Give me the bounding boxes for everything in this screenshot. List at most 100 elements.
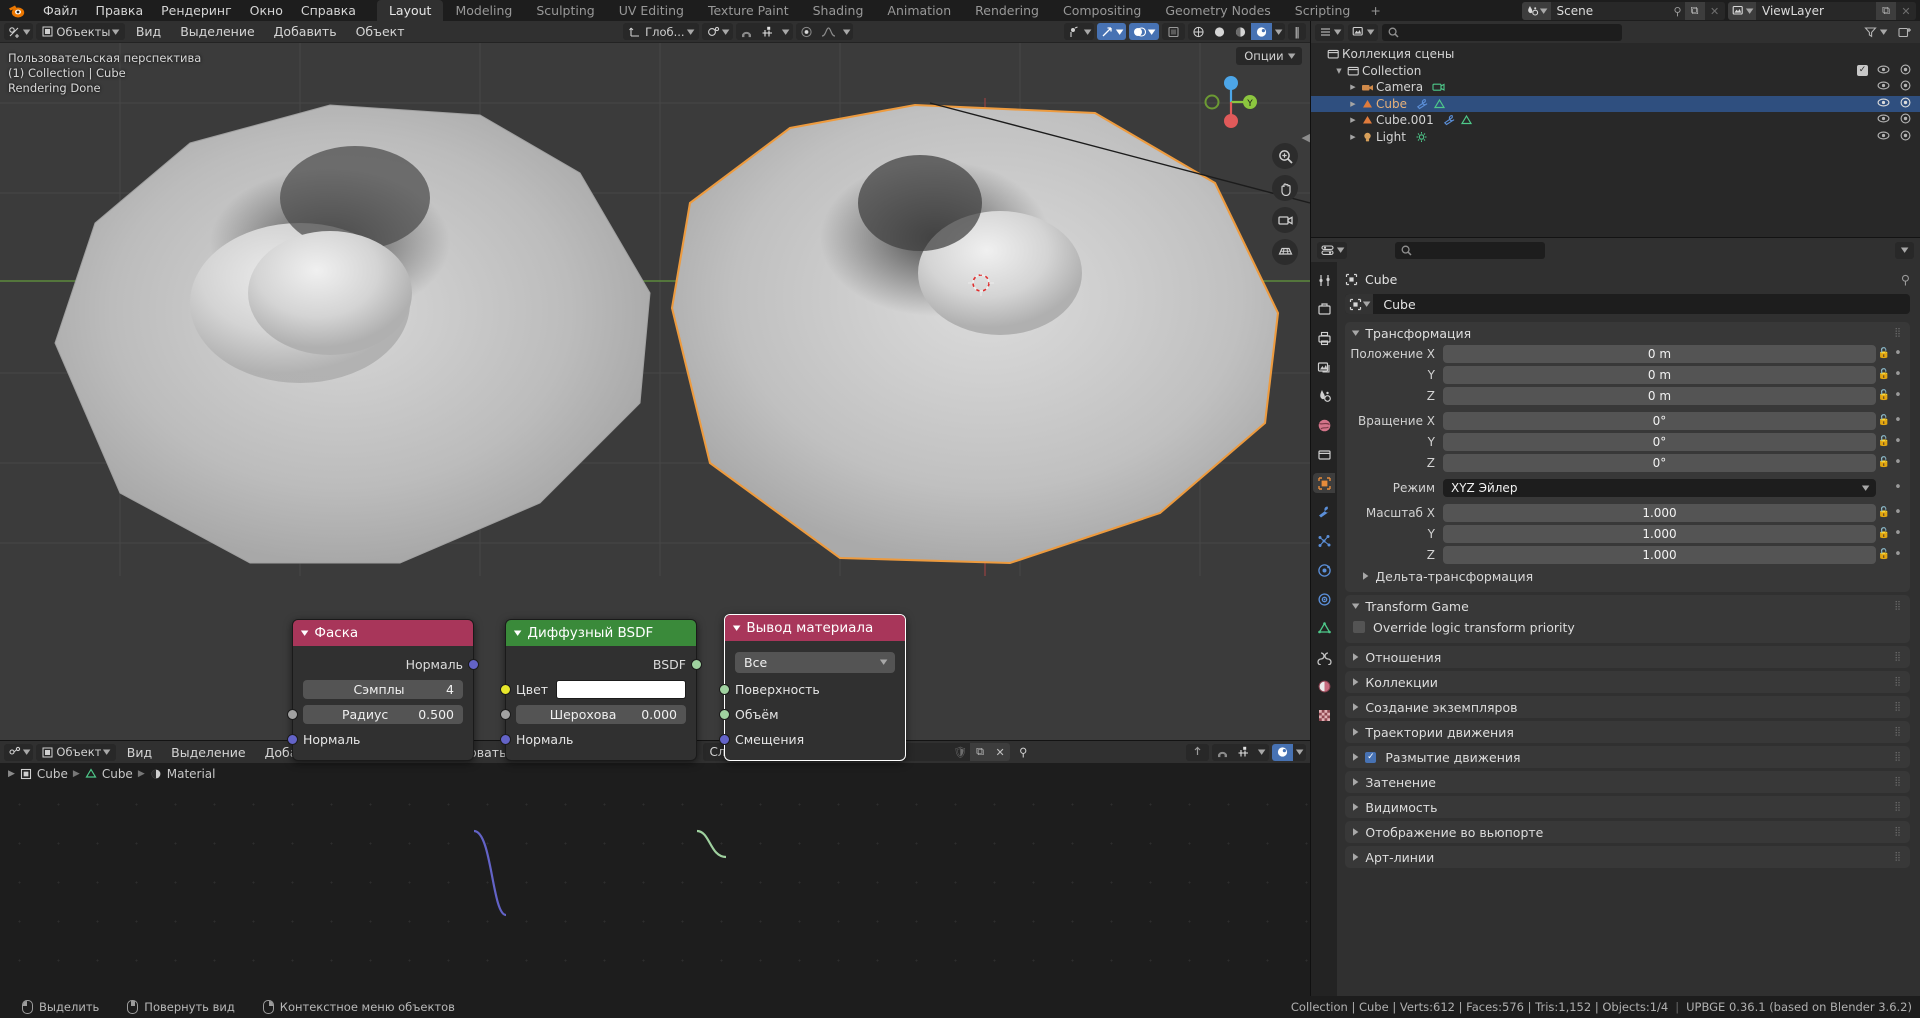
mesh-data-icon[interactable] xyxy=(1458,114,1475,126)
panel-grip-icon[interactable]: ⣿ xyxy=(1894,702,1902,712)
outliner-label-collection[interactable]: Collection xyxy=(1362,64,1421,78)
tab-modeling[interactable]: Modeling xyxy=(443,0,524,21)
transform-scale-x-row[interactable]: Масштаб X 1.000 🔓 • xyxy=(1345,503,1910,522)
scene-icon[interactable]: ▼ xyxy=(1522,2,1551,20)
zoom-icon[interactable] xyxy=(1272,143,1298,169)
outliner-label-camera[interactable]: Camera xyxy=(1376,80,1423,94)
pin-material-icon[interactable]: ⚲ xyxy=(1013,744,1033,761)
camera-render-icon[interactable] xyxy=(1899,64,1912,78)
chevron-right-icon[interactable]: ▼ xyxy=(1352,653,1360,661)
panel-line-art-header[interactable]: ▼ Арт-линии ⣿ xyxy=(1345,846,1910,868)
solid-shading-button[interactable] xyxy=(1209,23,1230,40)
properties-tab-world[interactable] xyxy=(1313,415,1335,435)
xray-toggle[interactable] xyxy=(1161,23,1185,40)
unlink-scene-button[interactable]: ✕ xyxy=(1704,2,1725,20)
transform-rotation-mode-row[interactable]: Режим XYZ Эйлер ▼ • xyxy=(1345,478,1910,497)
overlays-toggle[interactable]: ▼ xyxy=(1129,23,1159,40)
outliner-row-cube[interactable]: ▶ Cube xyxy=(1311,95,1920,112)
viewport-menu-select[interactable]: Выделение xyxy=(172,23,262,40)
scale-y-value[interactable]: 1.000 xyxy=(1443,524,1876,543)
panel-motion-blur[interactable]: ▼ ✓ Размытие движения ⣿ xyxy=(1345,746,1910,768)
snap-magnet-icon[interactable] xyxy=(736,23,757,40)
breadcrumb-object[interactable]: Cube xyxy=(37,767,68,781)
scale-z-value[interactable]: 1.000 xyxy=(1443,545,1876,564)
expand-triangle-icon[interactable]: ▶ xyxy=(1347,83,1359,91)
breadcrumb-arrow-icon[interactable]: ▶ xyxy=(8,769,15,779)
chevron-right-icon[interactable]: ▼ xyxy=(1352,753,1360,761)
breadcrumb-mesh[interactable]: Cube xyxy=(102,767,133,781)
node-snap-dropdown[interactable]: ▼ xyxy=(1255,744,1268,761)
navigation-gizmo[interactable]: Z Y X xyxy=(1200,71,1262,133)
panel-motion-paths[interactable]: ▼ Траектории движения ⣿ xyxy=(1345,721,1910,743)
rotation-mode-dropdown[interactable]: XYZ Эйлер ▼ xyxy=(1443,478,1876,497)
animate-dot-icon[interactable]: • xyxy=(1892,388,1904,403)
chevron-right-icon[interactable]: ▼ xyxy=(1352,803,1360,811)
shader-type-selector[interactable]: Объект ▼ xyxy=(36,743,116,761)
camera-render-icon[interactable] xyxy=(1899,97,1912,111)
panel-transform-game-header[interactable]: ▼ Transform Game ⣿ xyxy=(1345,595,1910,617)
outliner-row-collection[interactable]: ▼ Collection ✓ xyxy=(1311,63,1920,80)
outliner-new-collection-button[interactable] xyxy=(1894,24,1916,41)
properties-tab-particles[interactable] xyxy=(1313,531,1335,551)
override-logic-transform-priority-row[interactable]: Override logic transform priority xyxy=(1345,617,1910,637)
shader-editor-type-button[interactable]: ▼ xyxy=(4,743,34,761)
breadcrumb-material[interactable]: Material xyxy=(167,767,216,781)
panel-motion-paths-header[interactable]: ▼ Траектории движения ⣿ xyxy=(1345,721,1910,743)
properties-tab-output[interactable] xyxy=(1313,328,1335,348)
properties-tab-modifiers[interactable] xyxy=(1313,502,1335,522)
chevron-down-icon[interactable]: ▼ xyxy=(1352,329,1360,337)
panel-grip-icon[interactable]: ⣿ xyxy=(1894,827,1902,837)
new-scene-button[interactable]: ⧉ xyxy=(1684,2,1705,20)
animate-dot-icon[interactable]: • xyxy=(1892,455,1904,470)
pin-icon[interactable]: ⚲ xyxy=(1901,272,1910,287)
properties-tab-object[interactable] xyxy=(1313,473,1335,493)
transform-rotation-z-row[interactable]: Z 0° 🔓 • xyxy=(1345,453,1910,472)
properties-tab-render[interactable] xyxy=(1313,299,1335,319)
camera-data-icon[interactable] xyxy=(1430,81,1447,93)
properties-tab-constraints[interactable] xyxy=(1313,589,1335,609)
panel-grip-icon[interactable]: ⣿ xyxy=(1894,802,1902,812)
panel-line-art[interactable]: ▼ Арт-линии ⣿ xyxy=(1345,846,1910,868)
menu-file[interactable]: Файл xyxy=(34,1,87,20)
menu-edit[interactable]: Правка xyxy=(87,1,153,20)
pan-hand-icon[interactable] xyxy=(1272,175,1298,201)
panel-motion-blur-header[interactable]: ▼ ✓ Размытие движения ⣿ xyxy=(1345,746,1910,768)
outliner-label-cube-001[interactable]: Cube.001 xyxy=(1376,113,1434,127)
camera-render-icon[interactable] xyxy=(1899,80,1912,94)
menu-window[interactable]: Окно xyxy=(241,1,292,20)
snap-dropdown[interactable]: ▼ xyxy=(779,23,792,40)
properties-editor-type-button[interactable]: ▼ xyxy=(1317,241,1348,259)
viewport-options-button[interactable]: Опции ▼ xyxy=(1236,47,1302,65)
panel-grip-icon[interactable]: ⣿ xyxy=(1894,677,1902,687)
viewlayer-name[interactable]: ViewLayer xyxy=(1756,2,1876,20)
fake-user-button[interactable]: 🛡 xyxy=(950,743,971,761)
visibility-filter-button[interactable]: ▼ xyxy=(1063,23,1095,40)
eye-icon[interactable] xyxy=(1877,130,1890,144)
node-rendered-preview-button[interactable] xyxy=(1271,743,1293,761)
location-x-value[interactable]: 0 m xyxy=(1443,344,1876,363)
shader-menu-view[interactable]: Вид xyxy=(119,744,160,761)
viewlayer-datablock[interactable]: ▼ ViewLayer ⧉ ✕ xyxy=(1727,2,1916,20)
menu-render[interactable]: Рендеринг xyxy=(152,1,241,20)
eye-icon[interactable] xyxy=(1877,80,1890,94)
shader-type-label[interactable]: Объект xyxy=(56,745,101,759)
viewport-render[interactable] xyxy=(0,43,1310,576)
panel-grip-icon[interactable]: ⣿ xyxy=(1894,601,1902,611)
expand-triangle-icon[interactable]: ▶ xyxy=(1347,100,1359,108)
shading-dropdown[interactable]: ▼ xyxy=(1272,23,1285,40)
lock-icon[interactable]: 🔓 xyxy=(1876,348,1892,359)
lock-icon[interactable]: 🔓 xyxy=(1876,549,1892,560)
animate-dot-icon[interactable]: • xyxy=(1892,434,1904,449)
lock-icon[interactable]: 🔓 xyxy=(1876,528,1892,539)
outliner-row-cube-001[interactable]: ▶ Cube.001 xyxy=(1311,112,1920,129)
panel-transform-header[interactable]: ▼ Трансформация ⣿ xyxy=(1345,322,1910,344)
expand-triangle-icon[interactable]: ▼ xyxy=(1333,67,1345,75)
transform-rotation-y-row[interactable]: Y 0° 🔓 • xyxy=(1345,432,1910,451)
viewport-resize-handle[interactable]: ‖ xyxy=(1288,23,1307,40)
animate-dot-icon[interactable]: • xyxy=(1892,367,1904,382)
modifier-icon[interactable] xyxy=(1414,98,1431,110)
node-snap-magnet-icon[interactable] xyxy=(1212,744,1233,761)
object-name-value[interactable]: Cube xyxy=(1373,297,1415,312)
viewport-menu-add[interactable]: Добавить xyxy=(266,23,345,40)
properties-tab-material[interactable] xyxy=(1313,676,1335,696)
